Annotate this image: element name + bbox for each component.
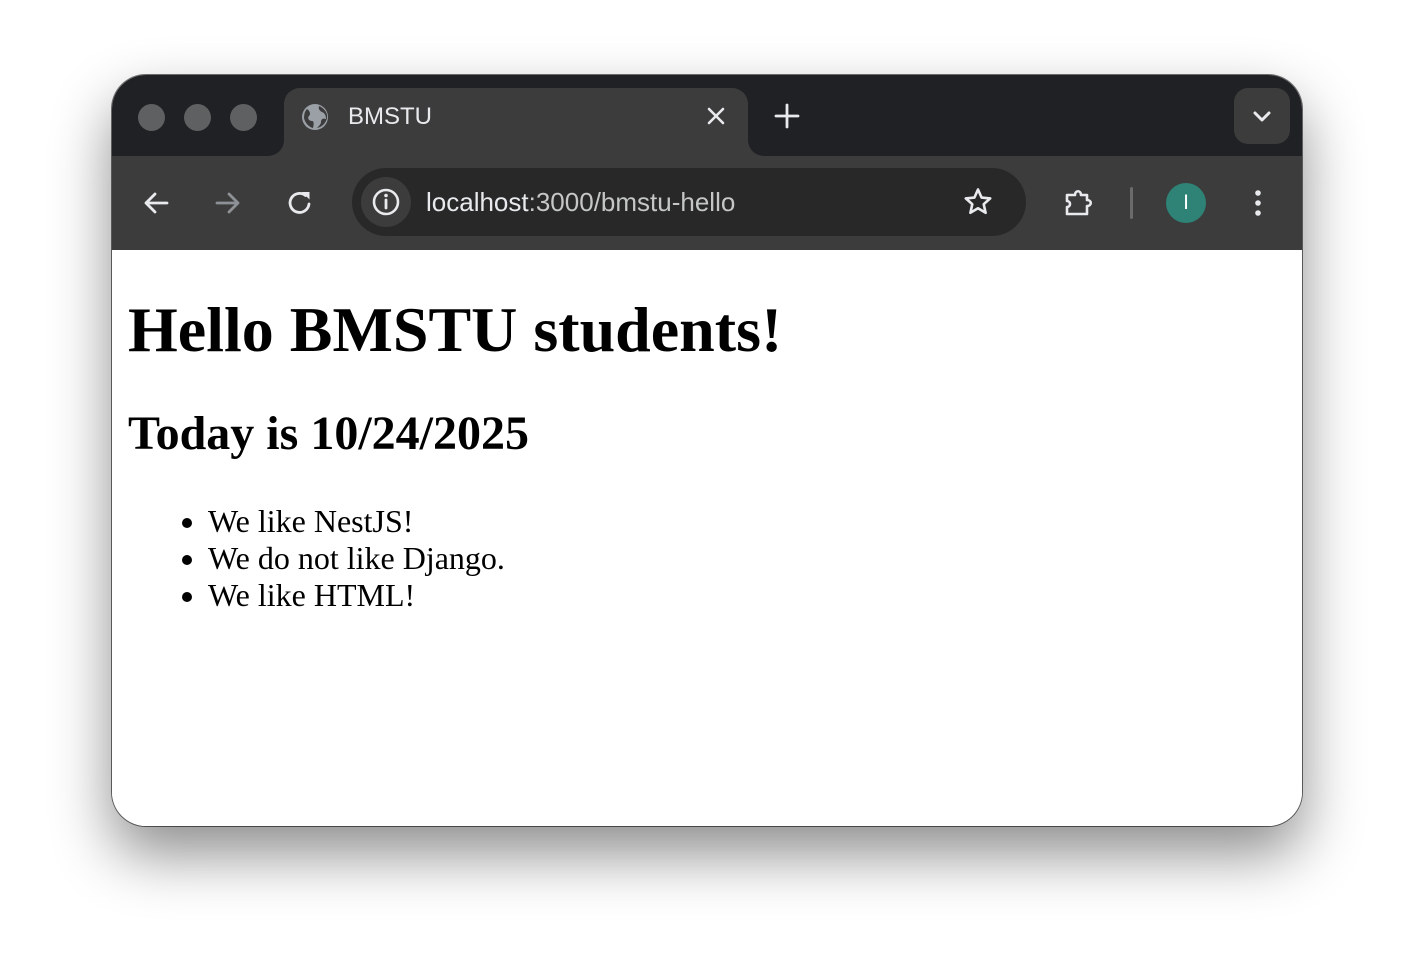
site-info-button[interactable] <box>361 177 411 227</box>
tab-bmstu[interactable]: BMSTU <box>284 88 748 156</box>
list-item: We like NestJS! <box>208 503 505 540</box>
forward-arrow-icon[interactable] <box>212 187 244 219</box>
minimize-window-button[interactable] <box>184 104 211 131</box>
tab-title: BMSTU <box>348 103 432 130</box>
tab-search-button[interactable] <box>1234 88 1290 144</box>
close-window-button[interactable] <box>138 104 165 131</box>
profile-avatar[interactable]: I <box>1166 183 1206 223</box>
page-subheading: Today is 10/24/2025 <box>128 407 529 460</box>
more-vert-icon[interactable] <box>1242 187 1274 219</box>
toolbar-divider <box>1130 187 1133 219</box>
chevron-down-icon <box>1253 111 1271 122</box>
close-icon[interactable] <box>702 102 730 130</box>
plus-icon[interactable] <box>773 102 801 130</box>
browser-window: BMSTU localhost:3000/bmstu-hello I Hello… <box>112 75 1302 826</box>
extensions-puzzle-icon[interactable] <box>1062 185 1098 221</box>
reload-icon[interactable] <box>284 187 316 219</box>
bullet-list: We like NestJS! We do not like Django. W… <box>128 503 505 614</box>
info-icon <box>372 188 400 216</box>
page-content: Hello BMSTU students! Today is 10/24/202… <box>112 250 1302 826</box>
url-host: localhost <box>426 187 529 217</box>
list-item: We do not like Django. <box>208 540 505 577</box>
globe-icon <box>302 104 328 130</box>
page-heading: Hello BMSTU students! <box>128 294 783 365</box>
bookmark-star-icon[interactable] <box>962 186 994 218</box>
maximize-window-button[interactable] <box>230 104 257 131</box>
address-bar[interactable]: localhost:3000/bmstu-hello <box>352 168 1026 236</box>
tab-strip: BMSTU <box>112 75 1302 156</box>
list-item: We like HTML! <box>208 577 505 614</box>
toolbar: localhost:3000/bmstu-hello I <box>112 156 1302 250</box>
url-text[interactable]: localhost:3000/bmstu-hello <box>426 186 735 218</box>
back-arrow-icon[interactable] <box>140 187 172 219</box>
url-path: :3000/bmstu-hello <box>528 187 736 217</box>
